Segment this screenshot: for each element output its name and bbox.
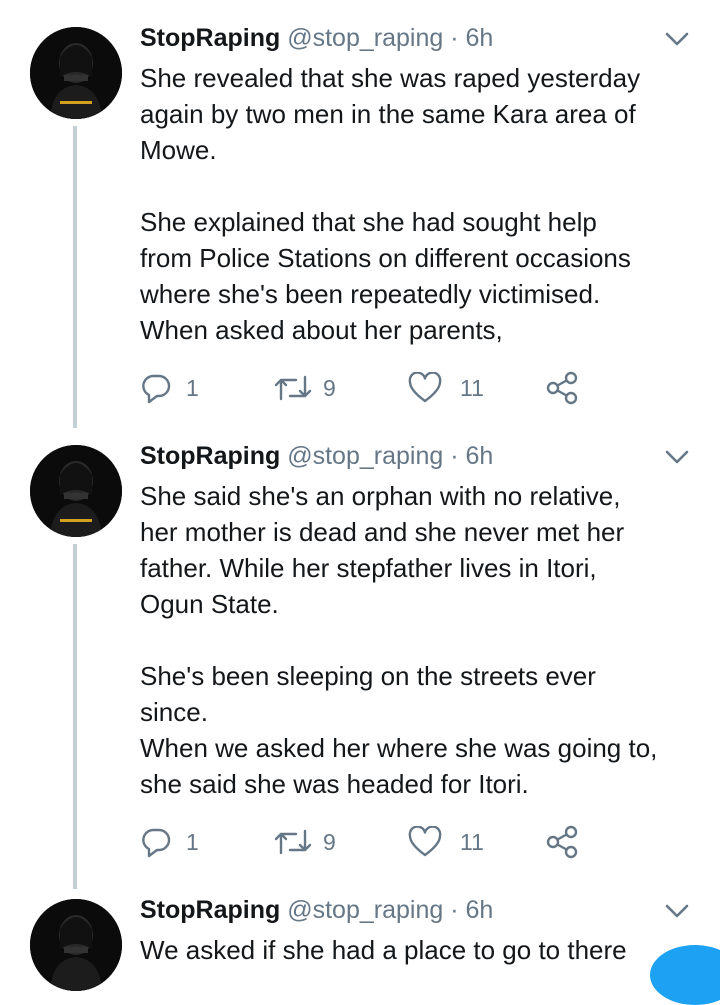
profile-photo (30, 27, 122, 119)
retweet-icon (274, 375, 312, 401)
text-line: again by two men in the same Kara area o… (140, 99, 636, 129)
text-line: father. While her stepfather lives in It… (140, 553, 597, 583)
tweet-text: We asked if she had a place to go to the… (140, 932, 700, 968)
retweet-count: 9 (323, 828, 336, 855)
compose-tweet-button[interactable] (650, 945, 720, 1005)
chevron-down-icon[interactable] (664, 902, 690, 920)
text-line: She explained that she had sought help (140, 207, 597, 237)
share-icon (546, 371, 578, 405)
display-name[interactable]: StopRaping (140, 24, 280, 52)
reply-icon (142, 374, 171, 404)
avatar[interactable] (30, 27, 122, 119)
text-line: since. (140, 697, 208, 727)
tweet-header: StopRaping @stop_raping · 6h (140, 22, 493, 54)
retweet-count: 9 (323, 374, 336, 401)
reply-button[interactable]: 1 (140, 822, 199, 862)
user-handle[interactable]: @stop_raping (287, 442, 443, 470)
text-line: When we asked her where she was going to… (140, 733, 658, 763)
text-line: where she's been repeatedly victimised. (140, 279, 601, 309)
text-line: She said she's an orphan with no relativ… (140, 481, 621, 511)
avatar[interactable] (30, 899, 122, 991)
retweet-button[interactable]: 9 (273, 368, 336, 408)
like-count: 11 (460, 828, 484, 855)
tweet-text: She said she's an orphan with no relativ… (140, 478, 700, 802)
like-count: 11 (460, 374, 484, 401)
separator-dot: · (450, 896, 459, 924)
retweet-button[interactable]: 9 (273, 822, 336, 862)
chevron-down-icon[interactable] (664, 30, 690, 48)
separator-dot: · (450, 442, 459, 470)
tweet[interactable]: StopRaping @stop_raping · 6h She reveale… (0, 0, 720, 430)
text-line: We asked if she had a place to go to the… (140, 935, 627, 965)
tweet[interactable]: StopRaping @stop_raping · 6h We asked if… (0, 872, 720, 991)
timestamp[interactable]: 6h (465, 896, 493, 924)
profile-photo (30, 899, 122, 991)
display-name[interactable]: StopRaping (140, 896, 280, 924)
share-button[interactable] (545, 822, 579, 862)
timestamp[interactable]: 6h (465, 442, 493, 470)
tweet-actions: 1 9 11 (140, 822, 600, 862)
timestamp[interactable]: 6h (465, 24, 493, 52)
text-line: Ogun State. (140, 589, 279, 619)
avatar[interactable] (30, 445, 122, 537)
chevron-down-icon[interactable] (664, 448, 690, 466)
like-button[interactable]: 11 (408, 822, 484, 862)
display-name[interactable]: StopRaping (140, 442, 280, 470)
reply-count: 1 (186, 374, 199, 401)
tweet[interactable]: StopRaping @stop_raping · 6h She said sh… (0, 418, 720, 888)
reply-button[interactable]: 1 (140, 368, 199, 408)
tweet-header: StopRaping @stop_raping · 6h (140, 894, 493, 926)
text-line: from Police Stations on different occasi… (140, 243, 631, 273)
text-line: she said she was headed for Itori. (140, 769, 529, 799)
reply-icon (142, 828, 171, 858)
separator-dot: · (450, 24, 459, 52)
text-line: She revealed that she was raped yesterda… (140, 63, 641, 93)
user-handle[interactable]: @stop_raping (287, 896, 443, 924)
share-button[interactable] (545, 368, 579, 408)
share-icon (546, 825, 578, 859)
tweet-header: StopRaping @stop_raping · 6h (140, 440, 493, 472)
text-line: her mother is dead and she never met her (140, 517, 625, 547)
text-line: Mowe. (140, 135, 217, 165)
heart-icon (408, 826, 442, 857)
heart-icon (408, 372, 442, 403)
tweet-text: She revealed that she was raped yesterda… (140, 60, 700, 348)
text-line: She's been sleeping on the streets ever (140, 661, 596, 691)
text-line: When asked about her parents, (140, 315, 503, 345)
user-handle[interactable]: @stop_raping (287, 24, 443, 52)
profile-photo (30, 445, 122, 537)
tweet-actions: 1 9 11 (140, 368, 600, 408)
like-button[interactable]: 11 (408, 368, 484, 408)
reply-count: 1 (186, 828, 199, 855)
retweet-icon (274, 829, 312, 855)
